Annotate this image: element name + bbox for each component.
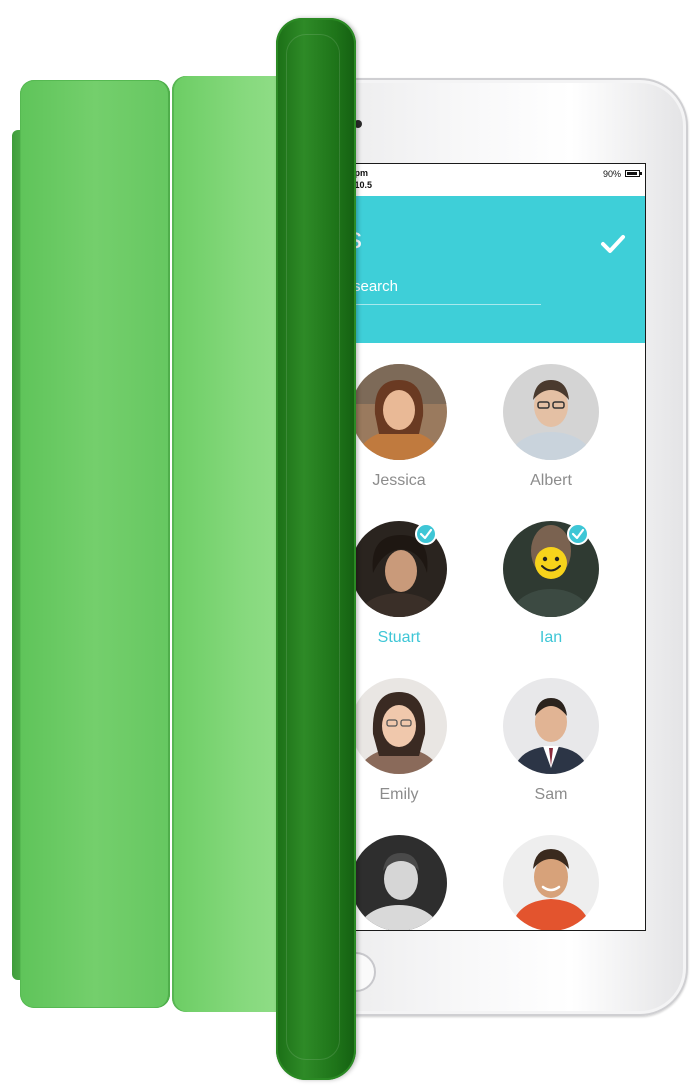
contact-grid: Jessica Albert Stuart Ian Emily Sam <box>319 343 645 930</box>
avatar <box>503 835 599 930</box>
contact-sam[interactable]: Sam <box>491 678 611 804</box>
avatar <box>351 835 447 930</box>
app-screen: 3 pm 0.10.5 90% acts search Jessi <box>318 163 646 931</box>
check-badge-icon <box>415 523 437 545</box>
cover-flap[interactable] <box>276 18 356 1080</box>
check-icon[interactable] <box>599 232 627 256</box>
status-bar: 3 pm 0.10.5 90% <box>319 164 645 196</box>
contact-name: Albert <box>530 472 572 489</box>
battery-icon <box>625 170 642 177</box>
contact-name: Jessica <box>372 472 426 489</box>
contact-stuart[interactable]: Stuart <box>339 521 459 647</box>
contact-ian[interactable]: Ian <box>491 521 611 647</box>
cover-panel-left <box>20 80 170 1008</box>
smart-cover <box>12 18 356 1080</box>
contact-name: Stuart <box>377 629 421 646</box>
contact-jessica[interactable]: Jessica <box>339 364 459 490</box>
contact-item[interactable] <box>491 835 611 930</box>
contact-emily[interactable]: Emily <box>339 678 459 804</box>
contact-item[interactable] <box>339 835 459 930</box>
contact-name: Ian <box>539 629 563 646</box>
search-placeholder: search <box>353 278 399 295</box>
battery-percent: 90% <box>602 169 621 179</box>
avatar <box>503 678 599 774</box>
contacts-header: acts search <box>319 196 645 343</box>
cover-panel-middle <box>172 76 290 1012</box>
contact-name: Sam <box>534 786 568 803</box>
contact-albert[interactable]: Albert <box>491 364 611 490</box>
avatar <box>503 364 599 460</box>
avatar <box>351 364 447 460</box>
contact-name: Emily <box>379 786 419 803</box>
check-badge-icon <box>567 523 589 545</box>
avatar <box>351 678 447 774</box>
